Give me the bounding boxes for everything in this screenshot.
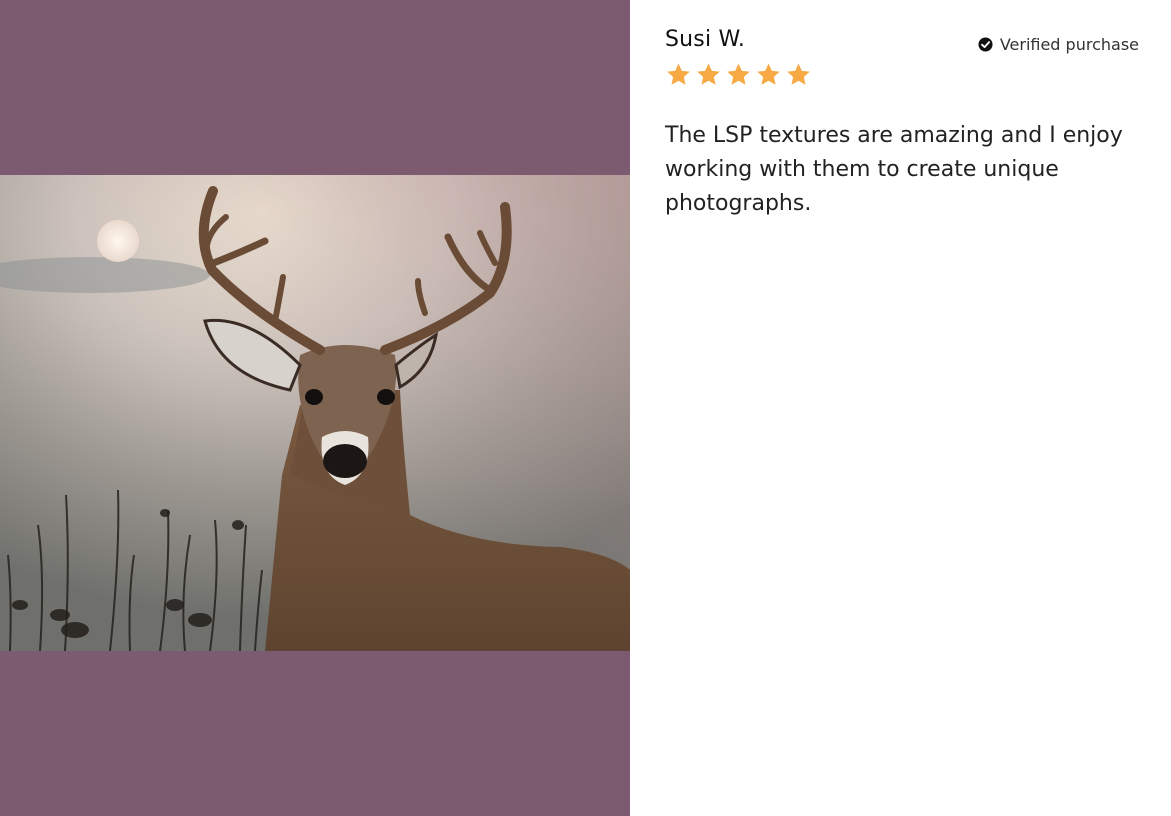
- check-circle-icon: [978, 37, 993, 52]
- review-modal: Susi W. Verified purchase The LSP textur…: [0, 0, 1171, 816]
- verified-label: Verified purchase: [999, 35, 1139, 54]
- review-content-pane: Susi W. Verified purchase The LSP textur…: [630, 0, 1171, 816]
- verified-badge: Verified purchase: [978, 35, 1139, 54]
- star-icon: [667, 63, 690, 85]
- star-icon: [727, 63, 750, 85]
- review-photo[interactable]: [0, 175, 630, 651]
- star-rating: [665, 62, 812, 88]
- deer-photo-image: [0, 175, 630, 651]
- star-icon: [787, 63, 810, 85]
- star-icon: [697, 63, 720, 85]
- reviewer-name: Susi W.: [665, 27, 746, 52]
- review-text: The LSP textures are amazing and I enjoy…: [665, 123, 1123, 216]
- review-media-pane: [0, 0, 630, 816]
- star-icon: [757, 63, 780, 85]
